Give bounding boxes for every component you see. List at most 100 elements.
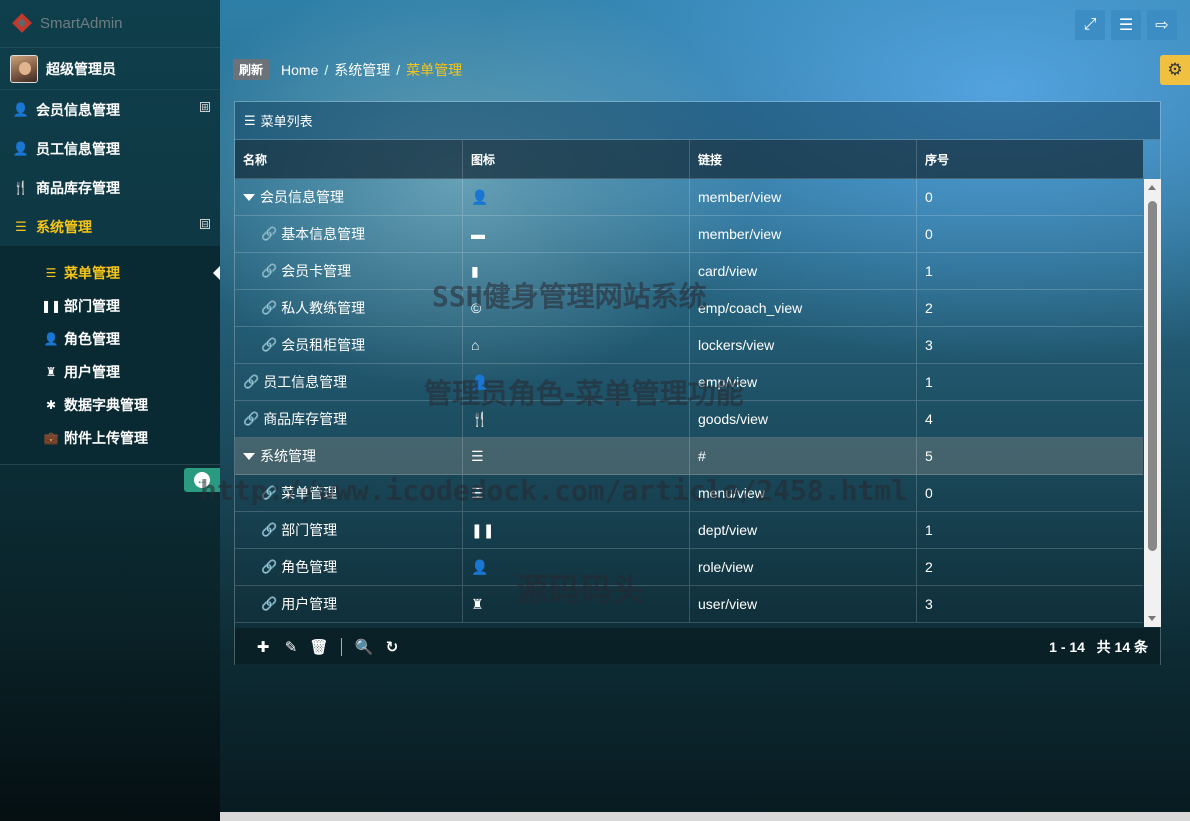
row-name: 会员信息管理: [260, 189, 344, 205]
row-order: 0: [925, 189, 933, 205]
cutlery-icon: 🍴: [12, 179, 30, 195]
panel-header: ☰ 菜单列表: [235, 102, 1160, 140]
user-icon: 👤: [471, 188, 489, 205]
scroll-down-icon[interactable]: [1148, 616, 1156, 621]
list-icon: ☰: [471, 447, 484, 464]
logo-icon: [12, 13, 34, 35]
caret-down-icon[interactable]: [243, 452, 255, 460]
sidebar-item-label: 部门管理: [64, 297, 120, 314]
sidebar-item-system[interactable]: ☰ 系统管理 ⊟: [0, 207, 220, 246]
list-icon: ☰: [244, 112, 256, 128]
table-row[interactable]: 🔗 角色管理 👤 role/view 2: [235, 549, 1143, 586]
list-icon: ☰: [15, 218, 27, 234]
sidebar-item-user[interactable]: ♜ 用户管理: [0, 355, 220, 388]
sidebar-item-label: 菜单管理: [64, 264, 120, 281]
menu-toggle-button[interactable]: ☰: [1111, 10, 1141, 40]
row-name: 私人教练管理: [281, 300, 366, 316]
sidebar-item-label: 数据字典管理: [64, 396, 148, 413]
submenu-system: ☰ 菜单管理 ❚❚ 部门管理 👤 角色管理 ♜ 用户管理 ✱ 数据字典管理 💼 …: [0, 246, 220, 465]
column-header-link[interactable]: 链接: [690, 140, 917, 178]
table-row[interactable]: 🔗 用户管理 ♜ user/view 3: [235, 586, 1143, 623]
refresh-grid-button[interactable]: ↻: [378, 638, 406, 656]
table-row[interactable]: 🔗 基本信息管理 ▬ member/view 0: [235, 216, 1143, 253]
delete-button[interactable]: 🗑: [305, 638, 333, 656]
row-link: member/view: [690, 179, 917, 215]
scroll-up-icon[interactable]: [1148, 185, 1156, 190]
sidebar-item-label: 会员信息管理: [36, 101, 120, 118]
panel-title: 菜单列表: [260, 114, 313, 129]
breadcrumb-separator: /: [324, 61, 329, 78]
pager-info: 1 - 14 共 14 条: [1049, 638, 1148, 655]
horizontal-scrollbar[interactable]: [220, 812, 1190, 821]
sidebar-item-label: 员工信息管理: [36, 140, 120, 157]
row-order: 3: [925, 596, 933, 612]
row-order: 3: [925, 337, 933, 353]
link-icon: 🔗: [261, 263, 278, 278]
sidebar-item-upload[interactable]: 💼 附件上传管理: [0, 421, 220, 454]
watermark-url: http://www.icodedock.com/article/2458.ht…: [200, 474, 909, 507]
edit-button[interactable]: ✎: [277, 638, 305, 656]
vertical-scrollbar[interactable]: [1144, 179, 1161, 627]
logout-button[interactable]: ⇨: [1147, 10, 1177, 40]
fullscreen-button[interactable]: ⤢: [1075, 10, 1105, 40]
rook-icon: ♜: [471, 595, 484, 612]
home-icon: ⌂: [471, 337, 480, 353]
row-link: dept/view: [690, 512, 917, 548]
briefcase-icon: 💼: [43, 430, 59, 445]
sidebar-item-goods[interactable]: 🍴 商品库存管理: [0, 168, 220, 207]
add-button[interactable]: ✚: [249, 638, 277, 656]
row-order: 1: [925, 374, 933, 390]
table-row[interactable]: 🔗 会员租柜管理 ⌂ lockers/view 3: [235, 327, 1143, 364]
sidebar-item-menu[interactable]: ☰ 菜单管理: [0, 256, 220, 289]
settings-button[interactable]: ⚙: [1160, 55, 1190, 85]
table-row[interactable]: 🔗 部门管理 ❚❚ dept/view 1: [235, 512, 1143, 549]
collapse-icon[interactable]: ⊟: [200, 219, 210, 229]
row-name: 角色管理: [281, 559, 338, 575]
watermark-subtitle: 管理员角色-菜单管理功能: [424, 377, 744, 410]
row-link: card/view: [690, 253, 917, 289]
expand-icon[interactable]: ⊞: [200, 102, 210, 112]
caret-down-icon[interactable]: [243, 193, 255, 201]
table-row-selected[interactable]: 系统管理 ☰ # 5: [235, 438, 1143, 475]
sidebar-item-role[interactable]: 👤 角色管理: [0, 322, 220, 355]
pause-icon: ❚❚: [471, 521, 495, 538]
table-row[interactable]: 会员信息管理 👤 member/view 0: [235, 179, 1143, 216]
sidebar-item-member[interactable]: 👤 会员信息管理 ⊞: [0, 90, 220, 129]
toolbar-divider: [341, 637, 342, 656]
search-button[interactable]: 🔍: [350, 638, 378, 656]
watermark-brand: 源码码头: [516, 571, 645, 609]
row-link: #: [690, 438, 917, 474]
row-order: 4: [925, 411, 933, 427]
breadcrumb-separator: /: [396, 61, 401, 78]
folder-icon: ▬: [471, 226, 485, 242]
fullscreen-icon: ⤢: [1083, 16, 1097, 33]
row-name: 系统管理: [260, 448, 316, 464]
row-order: 2: [925, 300, 933, 316]
column-header-order[interactable]: 序号: [917, 140, 1143, 178]
breadcrumb-system[interactable]: 系统管理: [334, 60, 390, 80]
row-name: 会员卡管理: [281, 263, 352, 279]
grid-toolbar: ✚ ✎ 🗑 🔍 ↻ 1 - 14 共 14 条: [235, 628, 1160, 665]
sidebar-item-label: 用户管理: [64, 363, 120, 380]
row-name: 用户管理: [281, 596, 338, 612]
link-icon: 🔗: [261, 559, 278, 574]
asterisk-icon: ✱: [45, 397, 57, 412]
sidebar-item-dept[interactable]: ❚❚ 部门管理: [0, 289, 220, 322]
row-order: 5: [925, 448, 933, 464]
row-link: role/view: [690, 549, 917, 585]
pause-icon: ❚❚: [40, 298, 62, 313]
user-info[interactable]: 超级管理员: [0, 48, 220, 90]
sidebar-item-dict[interactable]: ✱ 数据字典管理: [0, 388, 220, 421]
link-icon: 🔗: [261, 300, 278, 315]
column-header-name[interactable]: 名称: [235, 140, 463, 178]
link-icon: 🔗: [261, 337, 278, 352]
refresh-button[interactable]: 刷新: [233, 59, 270, 80]
scrollbar-thumb[interactable]: [1148, 201, 1157, 551]
breadcrumb-home[interactable]: Home: [281, 62, 318, 78]
row-order: 1: [925, 263, 933, 279]
sidebar-item-label: 角色管理: [64, 330, 120, 347]
column-header-icon[interactable]: 图标: [463, 140, 690, 178]
logo[interactable]: SmartAdmin: [0, 0, 220, 48]
link-icon: 🔗: [261, 596, 278, 611]
sidebar-item-employee[interactable]: 👤 员工信息管理: [0, 129, 220, 168]
